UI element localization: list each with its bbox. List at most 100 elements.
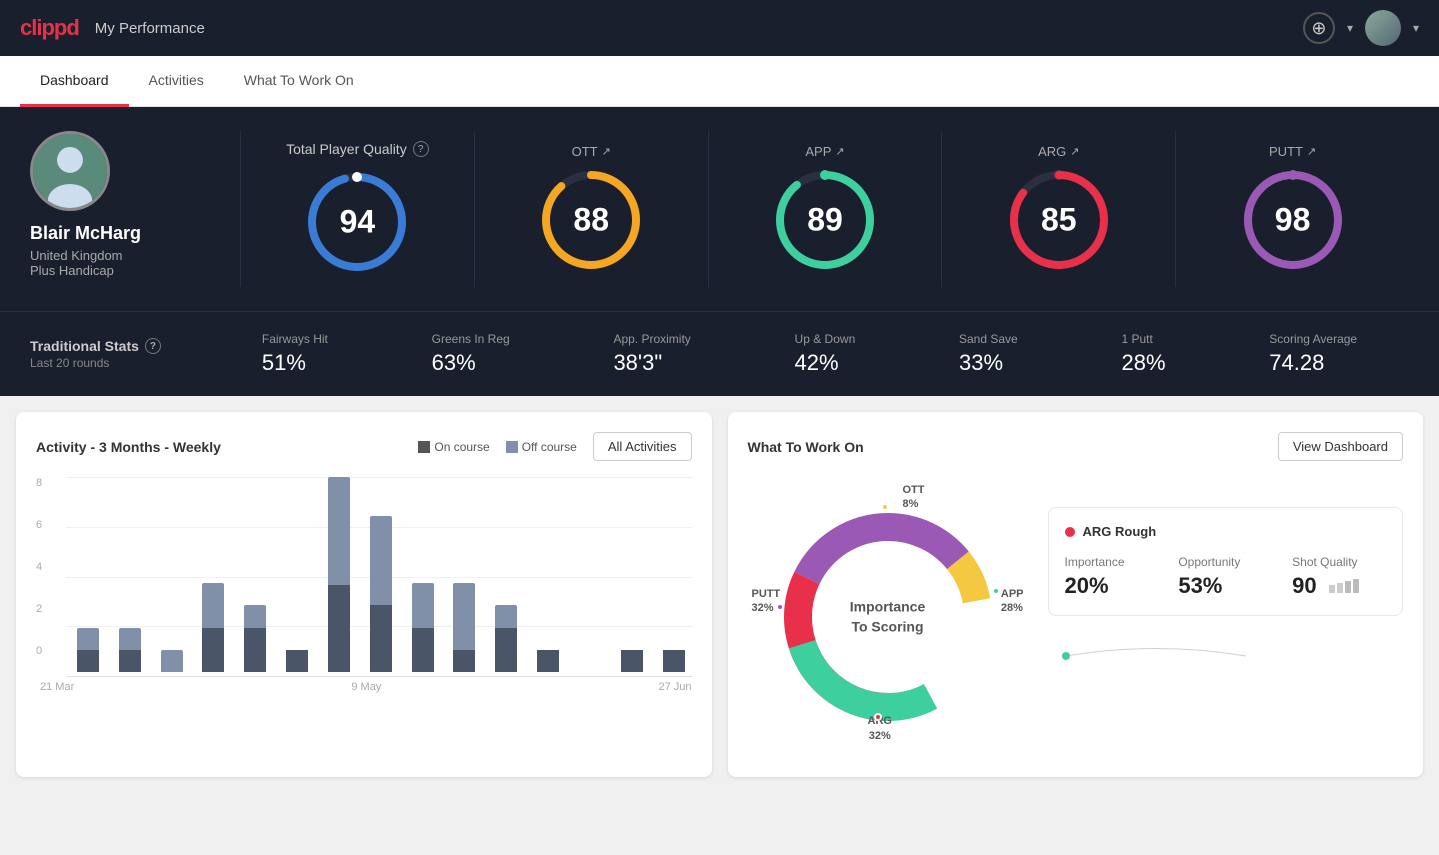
bar-bottom-14 [663,650,685,672]
stat-scoring-value: 74.28 [1269,350,1357,376]
stats-row: Traditional Stats ? Last 20 rounds Fairw… [0,311,1439,396]
app-donut-label: APP 28% [1001,587,1024,616]
avatar-svg [33,131,107,211]
avatar-chevron: ▾ [1413,21,1419,35]
putt-donut-label: PUTT 32% [752,587,781,616]
bar-top-2 [161,650,183,672]
score-app: APP ↗ 89 [708,131,942,287]
info-card-title: ARG Rough [1065,524,1387,539]
putt-circle: 98 [1238,165,1348,275]
bar-group-11 [530,477,566,672]
bar-group-3 [195,477,231,672]
chart-controls: On course Off course All Activities [418,432,691,461]
bar-bottom-7 [370,605,392,672]
chart-bars [66,477,692,677]
avatar-image [1365,10,1401,46]
ott-dot [881,503,889,511]
bar-group-1 [112,477,148,672]
stats-help-icon[interactable]: ? [145,338,161,354]
player-name: Blair McHarg [30,223,141,244]
bar-group-13 [614,477,650,672]
bar-top-8 [412,583,434,627]
bar-bottom-1 [119,650,141,672]
app-dot [992,587,1000,595]
chart-header: Activity - 3 Months - Weekly On course O… [36,432,692,461]
stat-fairways-value: 51% [262,350,328,376]
stat-greens-label: Greens In Reg [432,332,510,346]
metric-shot-quality: Shot Quality 90 [1292,555,1386,599]
add-button[interactable]: ⊕ [1303,12,1335,44]
logo: clippd [20,15,79,41]
stat-updown-value: 42% [795,350,856,376]
bar-group-0 [70,477,106,672]
header-title: My Performance [95,20,205,37]
chart-wrapper: 8 6 4 2 0 [36,477,692,677]
bar-group-6 [321,477,357,672]
chart-legend: On course Off course [418,440,577,454]
score-putt: PUTT ↗ 98 [1175,131,1409,287]
tab-what-to-work-on[interactable]: What To Work On [224,56,374,107]
plus-icon: ⊕ [1311,18,1326,39]
stat-1putt: 1 Putt 28% [1121,332,1165,376]
ott-arrow-icon: ↗ [602,145,611,158]
bar-top-7 [370,516,392,605]
app-arrow-icon: ↗ [835,145,844,158]
stat-fairways: Fairways Hit 51% [262,332,328,376]
bar-group-2 [154,477,190,672]
stat-proximity-label: App. Proximity [613,332,690,346]
app-value: 89 [807,201,843,238]
quality-help-icon[interactable]: ? [413,141,429,157]
stat-greens: Greens In Reg 63% [432,332,510,376]
connector-svg [1056,636,1256,676]
putt-dot [776,603,784,611]
info-card: ARG Rough Importance 20% Opportunity 53%… [1048,507,1404,616]
stat-sandsave-value: 33% [959,350,1018,376]
stat-scoring-label: Scoring Average [1269,332,1357,346]
nav-tabs: Dashboard Activities What To Work On [0,56,1439,107]
bar-bottom-10 [495,628,517,672]
activity-panel: Activity - 3 Months - Weekly On course O… [16,412,712,777]
bar-bottom-11 [537,650,559,672]
stats-sublabel: Last 20 rounds [30,356,210,370]
shot-quality-bars [1329,579,1359,593]
bar-group-10 [488,477,524,672]
arg-value: 85 [1041,201,1077,238]
bar-bottom-6 [328,585,350,672]
total-value: 94 [340,204,376,241]
player-avatar [30,131,110,211]
arg-dot [874,713,882,721]
user-avatar[interactable] [1365,10,1401,46]
scores-section: Total Player Quality ? 94 OTT ↗ [240,131,1409,287]
view-dashboard-button[interactable]: View Dashboard [1278,432,1403,461]
donut-center: Importance To Scoring [850,597,925,636]
bar-group-14 [656,477,692,672]
bar-top-0 [77,628,99,650]
score-total: Total Player Quality ? 94 [240,131,474,287]
bar-group-7 [363,477,399,672]
importance-label: Importance [1065,555,1159,569]
tab-dashboard[interactable]: Dashboard [20,56,129,107]
bar-top-10 [495,605,517,627]
app-circle: 89 [770,165,880,275]
off-course-dot [506,441,518,453]
legend-off-course: Off course [506,440,577,454]
wtwo-body: Importance To Scoring OTT 8% APP 28% ARG… [748,477,1404,757]
bar-bottom-0 [77,650,99,672]
bottom-panels: Activity - 3 Months - Weekly On course O… [0,396,1439,793]
all-activities-button[interactable]: All Activities [593,432,692,461]
what-to-work-on-panel: What To Work On View Dashboard [728,412,1424,777]
x-axis-labels: 21 Mar 9 May 27 Jun [36,681,692,693]
bar-top-4 [244,605,266,627]
bar-group-12 [572,477,608,672]
shot-quality-label: Shot Quality [1292,555,1386,569]
stat-proximity-value: 38'3" [613,350,690,376]
performance-panel: Blair McHarg United Kingdom Plus Handica… [0,107,1439,311]
info-metrics: Importance 20% Opportunity 53% Shot Qual… [1065,555,1387,599]
stat-sandsave: Sand Save 33% [959,332,1018,376]
player-country: United Kingdom [30,248,123,263]
tab-activities[interactable]: Activities [129,56,224,107]
metric-importance: Importance 20% [1065,555,1159,599]
wtwo-title: What To Work On [748,439,864,455]
total-quality-circle: 94 [302,167,412,277]
player-handicap: Plus Handicap [30,263,114,278]
